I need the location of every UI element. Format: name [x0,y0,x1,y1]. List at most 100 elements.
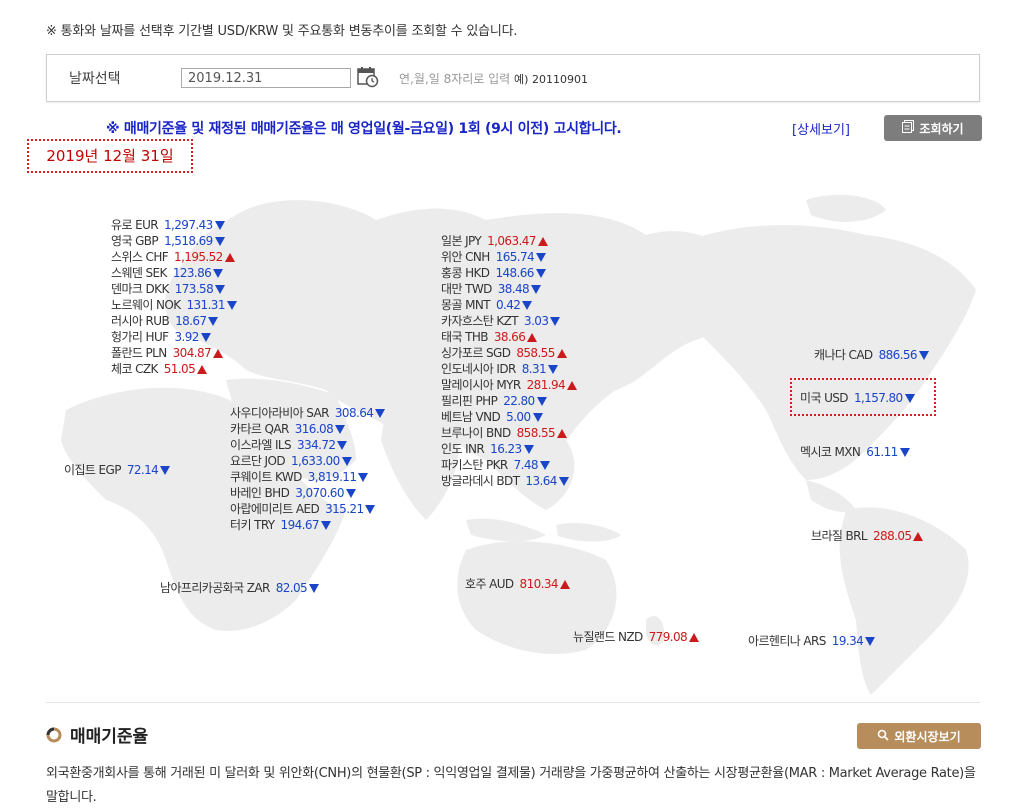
rate-vnd[interactable]: 베트남 VND 5.00 [441,409,543,425]
down-arrow-icon [337,441,348,450]
rate-egp-value: 72.14 [126,463,159,477]
down-arrow-icon [904,394,915,403]
rate-bnd[interactable]: 브루나이 BND 858.55 [441,425,568,441]
rate-pkr[interactable]: 파키스탄 PKR 7.48 [441,457,550,473]
rate-idr-name: 인도네시아 IDR [441,362,516,376]
rate-sek-value: 123.86 [172,266,212,280]
fx-market-button-label: 외환시장보기 [894,729,961,744]
rate-mnt[interactable]: 몽골 MNT 0.42 [441,297,533,313]
rate-sgd[interactable]: 싱가포르 SGD 858.55 [441,345,567,361]
rate-myr[interactable]: 말레이시아 MYR 281.94 [441,377,578,393]
rate-php[interactable]: 필리핀 PHP 22.80 [441,393,547,409]
rate-nzd[interactable]: 뉴질랜드 NZD 779.08 [573,629,700,645]
rate-cad[interactable]: 캐나다 CAD 886.56 [814,347,929,363]
ring-bullet-icon [46,727,62,742]
rate-zar-name: 남아프리카공화국 ZAR [160,581,270,595]
rate-mxn-name: 멕시코 MXN [800,445,861,459]
down-arrow-icon [899,448,910,457]
down-arrow-icon [214,221,225,230]
rate-eur-name: 유로 EUR [111,218,159,232]
rate-pln[interactable]: 폴란드 PLN 304.87 [111,345,224,361]
rate-zar[interactable]: 남아프리카공화국 ZAR 82.05 [160,580,320,596]
rate-dkk[interactable]: 덴마크 DKK 173.58 [111,281,226,297]
rate-ils-value: 334.72 [297,438,336,452]
rate-ars[interactable]: 아르헨티나 ARS 19.34 [748,633,876,649]
rate-jpy[interactable]: 일본 JPY 1,063.47 [441,233,548,249]
rate-bhd[interactable]: 바레인 BHD 3,070.60 [230,485,356,501]
rate-kwd[interactable]: 쿠웨이트 KWD 3,819.11 [230,469,369,485]
down-arrow-icon [226,301,237,310]
date-select-label: 날짜선택 [69,71,121,87]
rate-jod[interactable]: 요르단 JOD 1,633.00 [230,453,352,469]
rate-php-name: 필리핀 PHP [441,394,498,408]
rate-zar-value: 82.05 [275,581,308,595]
rate-bdt-value: 13.64 [525,474,557,488]
rate-egp[interactable]: 이집트 EGP 72.14 [64,462,171,478]
query-button[interactable]: 조회하기 [884,115,982,141]
rate-thb[interactable]: 태국 THB 38.66 [441,329,538,345]
rate-brl[interactable]: 브라질 BRL 288.05 [811,528,924,544]
rate-twd[interactable]: 대만 TWD 38.48 [441,281,542,297]
announcement: ※ 매매기준율 및 재정된 매매기준율은 매 영업일(월-금요일) 1회 (9시… [106,121,622,137]
up-arrow-icon [213,349,224,358]
rate-hkd[interactable]: 홍콩 HKD 148.66 [441,265,546,281]
rate-bhd-value: 3,070.60 [295,486,344,500]
down-arrow-icon [309,584,320,593]
rate-sek[interactable]: 스웨덴 SEK 123.86 [111,265,224,281]
rate-qar[interactable]: 카타르 QAR 316.08 [230,421,346,437]
rate-gbp[interactable]: 영국 GBP 1,518.69 [111,233,225,249]
rate-usd-name: 미국 USD [800,391,849,405]
rate-sek-name: 스웨덴 SEK [111,266,167,280]
rate-kwd-value: 3,819.11 [307,470,357,484]
rate-chf[interactable]: 스위스 CHF 1,195.52 [111,249,235,265]
calendar-icon[interactable] [357,66,379,88]
rate-huf[interactable]: 헝가리 HUF 3.92 [111,329,211,345]
rate-idr-value: 8.31 [521,362,547,376]
rate-try[interactable]: 터키 TRY 194.67 [230,517,331,533]
rate-kwd-name: 쿠웨이트 KWD [230,470,302,484]
rate-twd-name: 대만 TWD [441,282,492,296]
date-select-panel: 날짜선택 연,월,일 8자리로 입력 예) 20110901 [46,54,980,102]
rate-rub[interactable]: 러시아 RUB 18.67 [111,313,219,329]
rate-vnd-name: 베트남 VND [441,410,501,424]
down-arrow-icon [335,425,346,434]
rate-nok-value: 131.31 [186,298,225,312]
rate-ars-name: 아르헨티나 ARS [748,634,826,648]
section-description: 외국환중개회사를 통해 거래된 미 달러화 및 위안화(CNH)의 현물환(SP… [46,766,976,805]
detail-link[interactable]: [상세보기] [792,119,850,138]
up-arrow-icon [197,365,208,374]
rate-nok[interactable]: 노르웨이 NOK 131.31 [111,297,237,313]
date-hint: 연,월,일 8자리로 입력 예) 20110901 [399,70,588,87]
rate-cnh[interactable]: 위안 CNH 165.74 [441,249,547,265]
down-arrow-icon [341,457,352,466]
up-arrow-icon [567,381,578,390]
rate-mxn[interactable]: 멕시코 MXN 61.11 [800,444,910,460]
up-arrow-icon [527,333,538,342]
rate-gbp-value: 1,518.69 [164,234,213,248]
rate-usd-value: 1,157.80 [853,391,903,405]
rate-bdt[interactable]: 방글라데시 BDT 13.64 [441,473,569,489]
rate-aud[interactable]: 호주 AUD 810.34 [465,576,570,592]
date-input[interactable] [181,68,351,88]
rate-dkk-name: 덴마크 DKK [111,282,169,296]
down-arrow-icon [208,317,219,326]
rate-aud-name: 호주 AUD [465,577,514,591]
rate-eur[interactable]: 유로 EUR 1,297.43 [111,217,225,233]
rate-czk[interactable]: 체코 CZK 51.05 [111,361,208,377]
rate-sar[interactable]: 사우디아라비아 SAR 308.64 [230,405,386,421]
fx-market-button[interactable]: 외환시장보기 [857,723,981,749]
up-arrow-icon [537,237,548,246]
notice-text: ※ 통화와 날짜를 선택후 기간별 USD/KRW 및 주요통화 변동추이를 조… [46,24,518,39]
rate-brl-value: 288.05 [873,529,912,543]
up-arrow-icon [689,633,700,642]
rate-usd[interactable]: 미국 USD 1,157.80 [800,390,915,406]
rate-kzt[interactable]: 카자흐스탄 KZT 3.03 [441,313,561,329]
section-heading: 매매기준율 [46,722,148,747]
rate-ils[interactable]: 이스라엘 ILS 334.72 [230,437,348,453]
rate-cad-value: 886.56 [878,348,918,362]
rate-czk-name: 체코 CZK [111,362,158,376]
down-arrow-icon [918,351,929,360]
rate-inr[interactable]: 인도 INR 16.23 [441,441,534,457]
rate-idr[interactable]: 인도네시아 IDR 8.31 [441,361,559,377]
rate-aed[interactable]: 아랍에미리트 AED 315.21 [230,501,376,517]
